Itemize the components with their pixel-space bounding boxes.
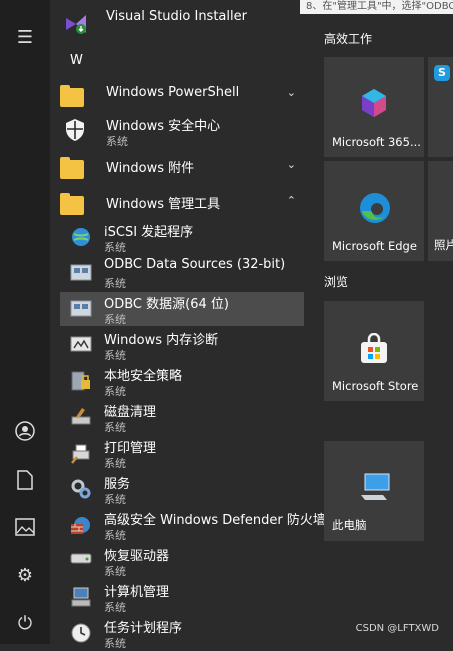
list-item-windows-accessories[interactable]: Windows 附件 ⌄ xyxy=(60,156,304,184)
program-list: Visual Studio Installer W Windows PowerS… xyxy=(50,0,326,650)
chevron-down-icon: ⌄ xyxy=(286,158,296,171)
list-item-label: 任务计划程序 xyxy=(104,621,183,636)
list-item-label: Windows 附件 xyxy=(106,161,195,176)
folder-icon xyxy=(60,193,84,215)
list-item-label: ODBC 数据源(64 位) xyxy=(104,297,229,312)
computer-monitor-icon xyxy=(360,473,390,505)
list-item-subtitle: 系统 xyxy=(104,349,126,362)
services-gear-icon xyxy=(70,478,94,502)
list-item-subtitle: 系统 xyxy=(104,385,126,398)
list-item-task-scheduler[interactable]: 任务计划程序 系统 xyxy=(60,616,304,650)
clock-icon xyxy=(70,622,94,646)
tile-microsoft-365[interactable]: Microsoft 365... xyxy=(324,57,424,157)
visual-studio-installer-icon xyxy=(64,12,88,36)
recovery-drive-icon xyxy=(70,550,94,574)
list-item-local-security-policy[interactable]: 本地安全策略 系统 xyxy=(60,364,304,400)
list-item-odbc-64[interactable]: ODBC 数据源(64 位) 系统 xyxy=(60,292,304,326)
list-item-label: ODBC Data Sources (32-bit) xyxy=(104,257,286,272)
list-item-windows-security[interactable]: Windows 安全中心 系统 xyxy=(60,114,304,148)
letter-header-label: W xyxy=(70,53,83,68)
list-item-label: 恢复驱动器 xyxy=(104,549,170,564)
computer-management-icon xyxy=(70,586,94,610)
user-account-icon[interactable] xyxy=(10,416,40,446)
tile-label: Microsoft 365... xyxy=(332,135,421,149)
tile-group-header-productivity[interactable]: 高效工作 xyxy=(324,30,372,47)
list-item-label: 磁盘清理 xyxy=(104,405,157,420)
tile-label: Microsoft Edge xyxy=(332,239,417,253)
app-name: Visual Studio Installer xyxy=(106,9,247,24)
list-item-label: iSCSI 发起程序 xyxy=(104,225,194,240)
list-item-label: 服务 xyxy=(104,477,131,492)
tile-photos-partial[interactable]: 照片 xyxy=(428,161,453,261)
list-item-label: Windows 内存诊断 xyxy=(104,333,219,348)
folder-icon xyxy=(60,157,84,179)
list-item-services[interactable]: 服务 系统 xyxy=(60,472,304,508)
list-item-label: 打印管理 xyxy=(104,441,157,456)
edge-browser-icon xyxy=(358,191,392,229)
list-item-label: 本地安全策略 xyxy=(104,369,183,384)
memory-chip-icon xyxy=(70,334,94,358)
hamburger-menu-icon[interactable]: ☰ xyxy=(10,22,40,52)
tile-label: Microsoft Store xyxy=(332,379,419,393)
microsoft-365-icon xyxy=(358,87,390,123)
list-item-subtitle: 系统 xyxy=(104,457,126,470)
pictures-icon[interactable] xyxy=(10,512,40,542)
list-item-windows-admin-tools[interactable]: Windows 管理工具 ⌃ xyxy=(60,192,304,220)
security-policy-icon xyxy=(70,370,94,394)
list-item-iscsi-initiator[interactable]: iSCSI 发起程序 系统 xyxy=(60,220,304,256)
tile-skype-partial[interactable]: S xyxy=(428,57,453,157)
tile-microsoft-edge[interactable]: Microsoft Edge xyxy=(324,161,424,261)
list-item-visual-studio-installer[interactable]: Visual Studio Installer xyxy=(60,8,304,36)
list-item-subtitle: 系统 xyxy=(104,421,126,434)
tile-label: 此电脑 xyxy=(332,518,367,532)
list-item-windows-powershell[interactable]: Windows PowerShell ⌄ xyxy=(60,84,304,112)
settings-gear-icon[interactable]: ⚙ xyxy=(10,560,40,590)
shield-icon xyxy=(64,118,88,142)
list-item-subtitle: 系统 xyxy=(104,565,126,578)
watermark-text: CSDN @LFTXWD xyxy=(355,623,439,634)
list-item-disk-cleanup[interactable]: 磁盘清理 系统 xyxy=(60,400,304,436)
tile-group-header-browse[interactable]: 浏览 xyxy=(324,273,348,290)
tile-microsoft-store[interactable]: Microsoft Store xyxy=(324,301,424,401)
list-item-subtitle: 系统 xyxy=(104,277,126,290)
odbc-database-icon xyxy=(70,262,94,286)
list-item-label: Windows 安全中心 xyxy=(106,119,221,134)
start-menu-rail: ☰ ⚙ ⏻ xyxy=(0,0,50,644)
start-tiles-area: 高效工作 Microsoft 365... S Microsoft Edge 照… xyxy=(312,0,453,644)
list-item-recovery-drive[interactable]: 恢复驱动器 系统 xyxy=(60,544,304,580)
printer-icon xyxy=(70,442,94,466)
list-item-subtitle: 系统 xyxy=(104,241,126,254)
list-item-label: Windows 管理工具 xyxy=(106,197,221,212)
list-item-subtitle: 系统 xyxy=(104,529,126,542)
list-item-label: 计算机管理 xyxy=(104,585,170,600)
list-item-memory-diagnostic[interactable]: Windows 内存诊断 系统 xyxy=(60,328,304,364)
firewall-icon xyxy=(70,514,94,538)
tile-this-pc[interactable]: 此电脑 xyxy=(324,441,424,541)
power-icon[interactable]: ⏻ xyxy=(10,608,40,638)
letter-header-w[interactable]: W xyxy=(60,52,304,72)
store-bag-icon xyxy=(358,332,390,369)
list-item-odbc-32[interactable]: ODBC Data Sources (32-bit) 系统 xyxy=(60,256,304,292)
tile-label: 照片 xyxy=(434,238,453,252)
documents-icon[interactable] xyxy=(10,465,40,495)
list-item-print-management[interactable]: 打印管理 系统 xyxy=(60,436,304,472)
list-item-subtitle: 系统 xyxy=(104,601,126,614)
skype-icon: S xyxy=(434,65,450,81)
list-item-label: Windows PowerShell xyxy=(106,85,240,100)
folder-icon xyxy=(60,85,84,107)
chevron-up-icon: ⌃ xyxy=(286,194,296,207)
chevron-down-icon: ⌄ xyxy=(286,86,296,99)
globe-network-icon xyxy=(70,226,94,250)
list-item-label: 高级安全 Windows Defender 防火墙 xyxy=(104,513,326,528)
list-item-subtitle: 系统 xyxy=(104,637,126,650)
odbc-database-icon xyxy=(70,298,94,322)
list-item-defender-firewall[interactable]: 高级安全 Windows Defender 防火墙 系统 xyxy=(60,508,326,544)
list-item-computer-management[interactable]: 计算机管理 系统 xyxy=(60,580,304,616)
list-item-subtitle: 系统 xyxy=(104,313,126,326)
disk-cleanup-icon xyxy=(70,406,94,430)
list-item-subtitle: 系统 xyxy=(106,135,128,148)
list-item-subtitle: 系统 xyxy=(104,493,126,506)
